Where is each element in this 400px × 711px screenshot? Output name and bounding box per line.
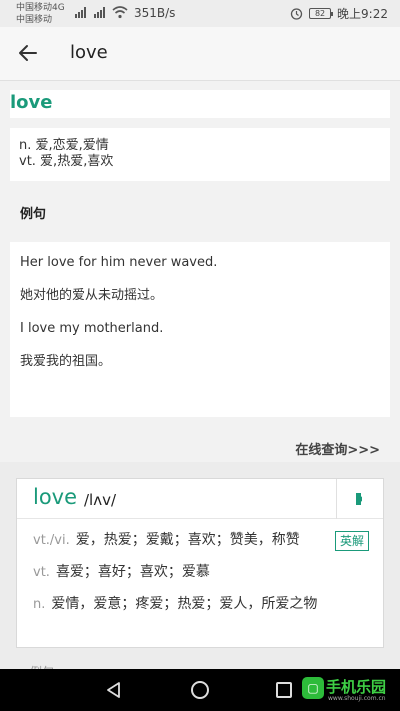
- network-speed: 351B/s: [134, 6, 176, 20]
- phonetic: /lʌv/: [84, 491, 117, 509]
- signal-2-icon: [94, 6, 105, 18]
- battery-icon: 82: [309, 8, 334, 19]
- definition-line: n. 爱,恋爱,爱情: [19, 138, 109, 153]
- carrier-info: 中国移动4G 中国移动: [16, 2, 65, 26]
- watermark-badge-icon: ▢: [302, 677, 324, 699]
- example-sentence: Her love for him never waved.: [20, 255, 218, 270]
- headword-card: love: [10, 90, 390, 118]
- online-lookup-link[interactable]: 在线查询>>>: [295, 439, 380, 458]
- part-of-speech: vt.: [33, 565, 50, 580]
- page-title: love: [70, 42, 108, 63]
- examples-card: Her love for him never waved. 她对他的爱从未动摇过…: [10, 242, 390, 417]
- sense-row: vt./vi. 爱，热爱；爱戴；喜欢；赞美，称赞: [33, 529, 373, 552]
- examples-heading: 例句: [20, 207, 47, 222]
- example-sentence: I love my motherland.: [20, 321, 164, 336]
- popup-header: love /lʌv/: [17, 479, 383, 519]
- definitions-card: n. 爱,恋爱,爱情 vt. 爱,热爱,喜欢: [10, 128, 390, 181]
- app-bar: love: [0, 27, 400, 81]
- sense-meaning: 爱，热爱；爱戴；喜欢；赞美，称赞: [75, 532, 300, 548]
- carrier-1: 中国移动4G: [16, 3, 65, 13]
- carrier-2: 中国移动: [16, 15, 53, 25]
- dictionary-popup: love /lʌv/ 英解 vt./vi. 爱，热爱；爱戴；喜欢；赞美，称赞 vt…: [16, 478, 384, 648]
- nav-home-icon[interactable]: [191, 681, 209, 699]
- part-of-speech: n.: [33, 597, 46, 612]
- headword: love: [10, 92, 53, 113]
- example-translation: 她对他的爱从未动摇过。: [20, 288, 164, 303]
- example-translation: 我爱我的祖国。: [20, 354, 112, 369]
- part-of-speech: vt./vi.: [33, 533, 70, 548]
- speaker-icon[interactable]: [350, 489, 370, 509]
- signal-1-icon: [75, 6, 86, 18]
- watermark-logo: ▢ 手机乐园 www.shouji.com.cn: [302, 675, 394, 705]
- nav-recents-icon[interactable]: [276, 682, 292, 698]
- sense-meaning: 爱情，爱意；疼爱；热爱；爱人，所爱之物: [51, 596, 318, 612]
- navigation-bar: ▢ 手机乐园 www.shouji.com.cn: [0, 669, 400, 711]
- popup-word: love: [33, 485, 78, 509]
- popup-senses: vt./vi. 爱，热爱；爱戴；喜欢；赞美，称赞 vt. 喜爱；喜好；喜欢；爱慕 n…: [33, 529, 373, 625]
- watermark-domain: www.shouji.com.cn: [328, 695, 386, 702]
- watermark-text: 手机乐园: [326, 678, 387, 696]
- divider: [336, 479, 337, 519]
- back-arrow-icon[interactable]: [16, 41, 40, 65]
- clock: 晚上9:22: [337, 7, 388, 21]
- status-right: 82 晚上9:22: [290, 5, 388, 22]
- sense-row: vt. 喜爱；喜好；喜欢；爱慕: [33, 561, 373, 584]
- status-bar: 中国移动4G 中国移动 351B/s 82 晚上9:22: [0, 0, 400, 27]
- sense-row: n. 爱情，爱意；疼爱；热爱；爱人，所爱之物: [33, 593, 373, 616]
- nav-back-icon[interactable]: [105, 681, 123, 699]
- alarm-icon: [290, 8, 303, 20]
- wifi-icon: [112, 6, 128, 19]
- sense-meaning: 喜爱；喜好；喜欢；爱慕: [55, 564, 210, 580]
- definition-line: vt. 爱,热爱,喜欢: [19, 154, 114, 169]
